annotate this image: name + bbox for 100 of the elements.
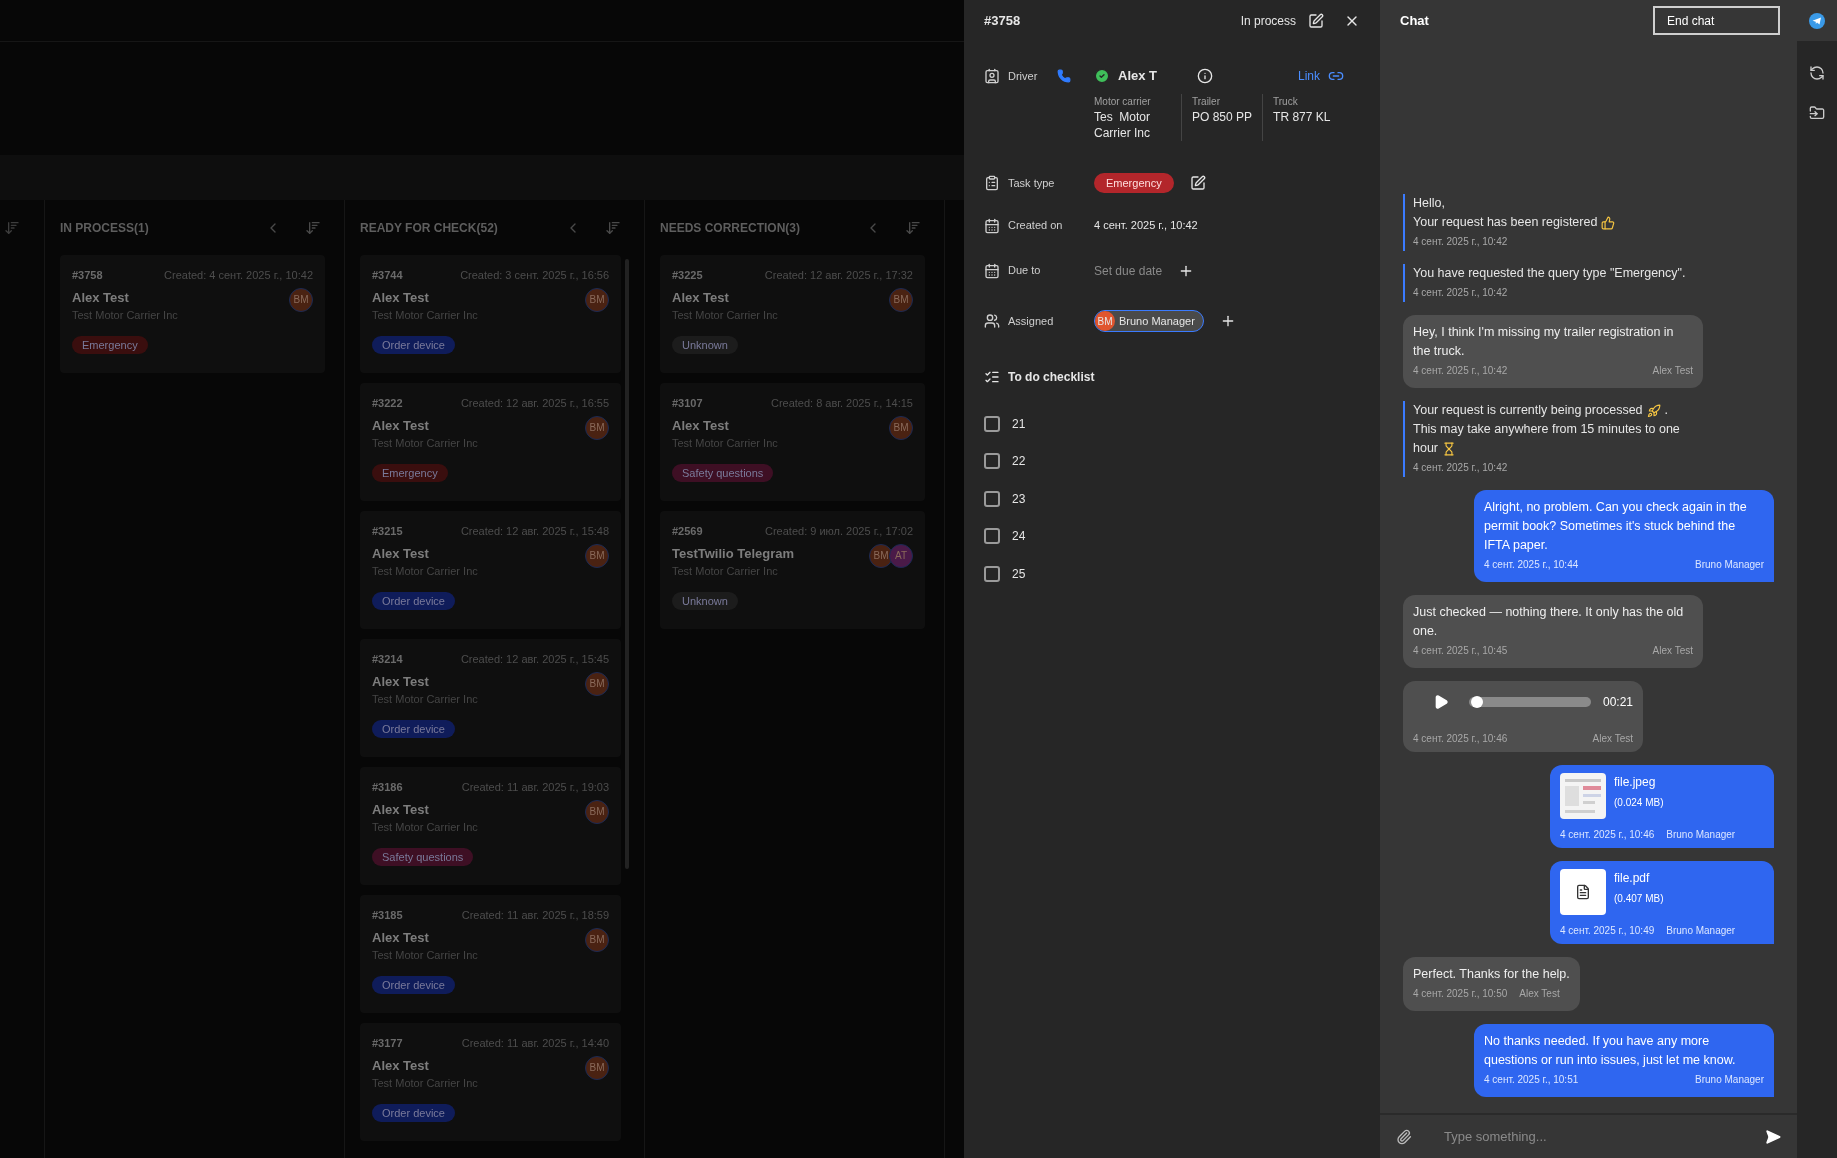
slider-thumb[interactable] [1471,696,1484,708]
avatar: AT [889,543,913,568]
vehicle-label: Truck [1273,95,1299,109]
checklist-title: To do checklist [1008,369,1095,386]
message-text: Your request is currently being processed [1413,402,1643,419]
card-name: Alex Test [372,288,430,307]
task-id: #3222 [372,396,403,411]
edit-icon[interactable] [1189,175,1206,191]
play-icon[interactable] [1433,694,1449,710]
message-time: 4 сент. 2025 г., 10:42 [1413,286,1508,300]
message-text: Perfect. Thanks for the help. [1413,966,1570,983]
file-size: (0.024 MB) [1614,796,1664,810]
message-input[interactable]: Type something... [1444,1126,1733,1147]
message-time: 4 сент. 2025 г., 10:51 [1484,1073,1579,1087]
paper-plane-icon[interactable] [1809,12,1825,29]
message-time: 4 сент. 2025 г., 10:42 [1413,364,1508,378]
message-time: 4 сент. 2025 г., 10:46 [1413,732,1508,746]
message-time: 4 сент. 2025 г., 10:42 [1413,235,1508,249]
checklist-item: 24 [1012,528,1026,546]
avatar: BM [585,543,610,568]
users-icon [984,313,1000,329]
task-tag: Order device [372,1103,455,1122]
message-text: hour [1413,440,1439,457]
task-id: #3177 [372,1036,403,1051]
field-label: Created on [1008,218,1063,234]
message-author: Alex Test [1652,644,1693,658]
vehicle-value: TR 877 KL [1273,109,1331,125]
message-author: Bruno Manager [1695,558,1764,572]
column-title: NEEDS CORRECTION(3) [660,219,800,237]
edit-icon[interactable] [1308,13,1324,29]
field-label: Task type [1008,175,1055,191]
file-message[interactable]: file.pdf (0.407 MB) 4 сент. 2025 г., 10:49 Bruno Manager [1550,861,1774,944]
send-icon[interactable] [1765,1128,1781,1145]
thumbs-up-icon [1601,215,1616,230]
card-name: Alex Test [672,416,730,435]
card-name: Alex Test [72,288,130,307]
message-author: Bruno Manager [1666,828,1736,842]
checkbox[interactable] [984,415,1000,432]
file-message[interactable]: file.jpeg (0.024 MB) 4 сент. 2025 г., 10:46 Bruno Manager [1550,765,1774,848]
refresh-icon[interactable] [1809,65,1825,81]
task-id: #3758 [72,268,103,283]
phone-icon[interactable] [1057,69,1072,83]
message-text: You have requested the query type "Emergency". [1413,265,1686,282]
message-time: 4 сент. 2025 г., 10:44 [1484,558,1579,572]
vehicle-value: PO 850 PP [1192,109,1253,125]
message-time: 4 сент. 2025 г., 10:46 [1560,828,1655,842]
task-tag: Emergency [72,335,148,354]
info-icon[interactable] [1197,68,1213,84]
card-name: Alex Test [372,928,430,947]
task-id: #3214 [372,652,403,667]
avatar: BM [1095,311,1115,331]
task-id: #3107 [672,396,703,411]
folder-icon[interactable] [1809,105,1825,121]
assignee-name: Bruno Manager [1119,313,1195,329]
message-author: Alex Test [1652,364,1693,378]
checkbox[interactable] [984,453,1000,470]
card-name: Alex Test [372,544,430,563]
column-title: READY FOR CHECK(52) [360,219,498,237]
attach-icon[interactable] [1396,1128,1412,1145]
message-time: 4 сент. 2025 г., 10:49 [1560,924,1655,938]
card-name: Alex Test [372,416,430,435]
message-text: No thanks needed. If you have any more questions or run into issues, just let me know. [1484,1033,1737,1069]
file-name: file.jpeg [1614,774,1657,791]
file-size: (0.407 MB) [1614,892,1664,906]
checklist-item: 25 [1012,565,1026,583]
task-id: #3225 [672,268,703,283]
message-text: Your request has been registered [1413,214,1598,231]
task-tag: Unknown [672,591,738,610]
due-date-field[interactable]: Set due date [1094,261,1163,280]
message-author: Alex Test [1519,987,1560,1001]
clipboard-icon [984,175,1000,191]
message-author: Bruno Manager [1666,924,1736,938]
avatar: BM [889,287,913,312]
audio-slider[interactable] [1469,696,1591,708]
task-id: #3744 [372,268,403,283]
card-name: Alex Test [372,672,430,691]
vehicle-value: Tes Motor Carrier Inc [1094,109,1151,141]
avatar: BM [889,415,913,440]
assignee-chip[interactable]: BM Bruno Manager [1094,310,1204,332]
calendar-icon [984,217,1000,234]
task-id: #3758 [984,12,1021,31]
created-date: 4 сент. 2025 г., 10:42 [1094,218,1198,234]
checkbox[interactable] [984,565,1000,582]
avatar: BM [869,543,893,568]
column-title: IN PROCESS(1) [60,219,149,237]
link-button[interactable]: Link [1298,67,1344,85]
avatar: BM [289,287,313,312]
checkbox[interactable] [984,490,1000,507]
message-time: 4 сент. 2025 г., 10:45 [1413,644,1508,658]
card-name: Alex Test [672,288,730,307]
message-text: . [1664,402,1668,419]
avatar: BM [585,799,610,824]
avatar: BM [585,415,610,440]
card-name: Alex Test [372,1056,430,1075]
calendar-icon [984,262,1000,279]
checkbox[interactable] [984,528,1000,545]
field-label: Driver [1008,68,1038,84]
task-id: #3186 [372,780,403,795]
end-chat-button[interactable]: End chat [1653,6,1780,35]
checklist-item: 22 [1012,453,1026,471]
